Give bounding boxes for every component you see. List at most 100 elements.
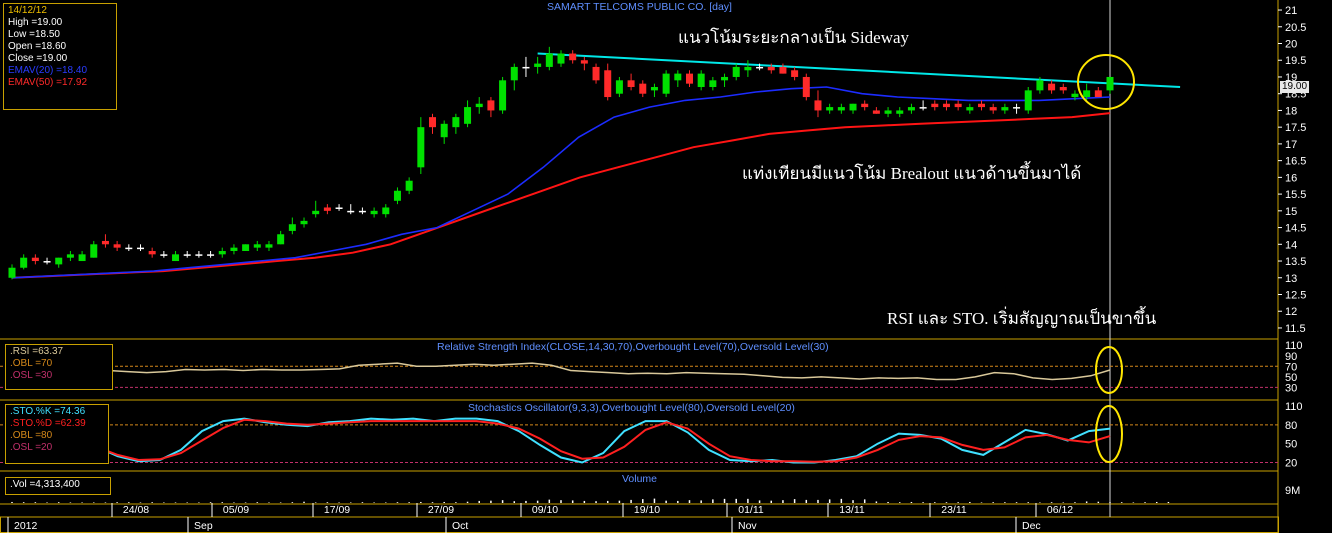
sto-d-value: .STO.%D =62.39	[10, 418, 86, 429]
current-price-tag: 19.00	[1280, 81, 1310, 93]
date-tick-label: 05/09	[223, 504, 249, 516]
candle-body	[1083, 90, 1091, 98]
sto-tick-label: 20	[1285, 457, 1297, 469]
candle-body	[1071, 93, 1079, 98]
date-tick-label: 19/10	[634, 504, 660, 516]
annotation-sideway: แนวโน้มระยะกลางเป็น Sideway	[678, 28, 910, 47]
sto-osl: .OSL =20	[10, 442, 53, 453]
date-tick-label: 13/11	[839, 504, 865, 516]
price-tick-label: 13.5	[1285, 256, 1306, 268]
candle-body	[966, 107, 974, 111]
candle-body	[826, 107, 834, 111]
candle-body	[837, 107, 845, 111]
annotation-breakout: แท่งเทียนมีแนวโน้ม Brealout แนวด้านขึ้นม…	[742, 164, 1082, 183]
candle-body	[230, 247, 238, 251]
candle-body	[639, 83, 647, 94]
sto-info-box: .STO.%K =74.36 .STO.%D =62.39 .OBL =80 .…	[5, 404, 109, 464]
month-tick-label: 2012	[14, 520, 38, 532]
volume-panel-title: Volume	[622, 473, 658, 485]
candle-body	[1036, 80, 1044, 91]
candle-body	[440, 123, 448, 138]
candle-body	[300, 220, 308, 225]
month-tick-label: Sep	[194, 520, 213, 532]
candle-body	[849, 103, 857, 111]
candle-body	[721, 76, 729, 81]
candle-body	[172, 254, 180, 262]
rsi-osl: .OSL =30	[10, 370, 53, 381]
candle-body	[43, 261, 51, 263]
candle-body	[335, 207, 343, 209]
ema50-line	[11, 112, 1111, 279]
rsi-tick-label: 70	[1285, 361, 1297, 373]
candle-body	[744, 66, 752, 71]
candle-body	[382, 207, 390, 215]
candle-body	[393, 190, 401, 201]
candle-body	[1059, 87, 1067, 91]
info-close: Close =19.00	[8, 53, 68, 64]
price-tick-label: 15.5	[1285, 189, 1306, 201]
candle-body	[31, 257, 39, 262]
price-tick-label: 13	[1285, 273, 1297, 285]
candle-body	[405, 180, 413, 191]
candle-body	[113, 244, 121, 248]
volume-value: .Vol =4,313,400	[10, 479, 80, 490]
candle-body	[1001, 107, 1009, 111]
month-tick-label: Nov	[738, 520, 757, 532]
date-tick-label: 23/11	[941, 504, 967, 516]
candle-body	[861, 103, 869, 108]
volume-info-box: .Vol =4,313,400	[5, 477, 111, 495]
candle-body	[429, 117, 437, 128]
sto-panel-title: Stochastics Oscillator(9,3,3),Overbought…	[468, 402, 795, 414]
candle-body	[534, 63, 542, 67]
candle-body	[8, 267, 16, 278]
date-tick-label: 24/08	[123, 504, 149, 516]
candle-body	[1013, 107, 1021, 109]
candle-body	[802, 76, 810, 98]
rsi-value: .RSI =63.37	[10, 346, 64, 357]
candle-body	[1024, 90, 1032, 111]
candle-body	[779, 66, 787, 74]
candle-body	[662, 73, 670, 94]
price-tick-label: 20.5	[1285, 22, 1306, 34]
candle-body	[685, 73, 693, 84]
price-tick-label: 18	[1285, 105, 1297, 117]
candle-body	[697, 73, 705, 88]
candle-body	[650, 87, 658, 91]
candle-body	[896, 110, 904, 114]
candle-body	[160, 254, 168, 256]
candle-body	[709, 80, 717, 88]
candle-body	[288, 224, 296, 231]
candle-body	[136, 247, 144, 250]
candle-body	[20, 257, 28, 268]
sto-tick-label: 80	[1285, 420, 1297, 432]
price-tick-label: 21	[1285, 5, 1297, 17]
candle-body	[101, 240, 109, 245]
date-tick-label: 17/09	[324, 504, 350, 516]
candle-body	[464, 107, 472, 124]
candle-body	[557, 53, 565, 64]
candle-body	[253, 244, 261, 248]
candle-body	[884, 110, 892, 114]
month-tick-label: Dec	[1022, 520, 1041, 532]
candle-body	[183, 254, 191, 256]
candle-body	[907, 107, 915, 111]
price-tick-label: 17	[1285, 139, 1297, 151]
candle-body	[978, 103, 986, 108]
candle-body	[989, 107, 997, 111]
candle-body	[125, 247, 133, 250]
candle-body	[90, 244, 98, 258]
price-tick-label: 16	[1285, 172, 1297, 184]
rsi-line	[11, 362, 1111, 381]
candle-body	[370, 210, 378, 215]
candle-body	[522, 66, 530, 69]
rsi-tick-label: 90	[1285, 351, 1297, 363]
rsi-obl: .OBL =70	[10, 358, 53, 369]
month-axis-frame	[0, 516, 1279, 533]
date-tick-label: 09/10	[532, 504, 558, 516]
candle-body	[358, 210, 366, 213]
price-tick-label: 12	[1285, 306, 1297, 318]
candle-body	[499, 80, 507, 111]
sto-tick-label: 50	[1285, 439, 1297, 451]
sto-k-value: .STO.%K =74.36	[10, 406, 86, 417]
candle-body	[791, 70, 799, 77]
